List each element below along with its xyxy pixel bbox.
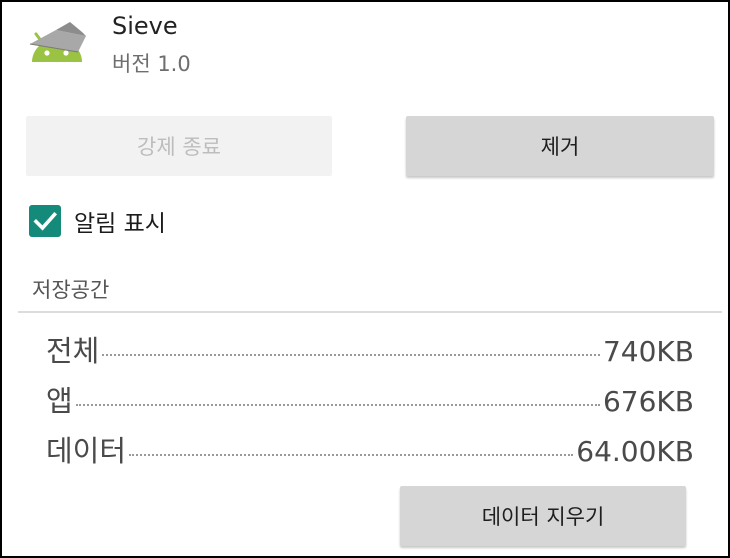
storage-row-total: 전체 740KB bbox=[46, 328, 694, 368]
storage-row-value: 64.00KB bbox=[576, 435, 694, 468]
storage-row-value: 676KB bbox=[602, 385, 694, 418]
app-info-screen: Sieve 버전 1.0 강제 종료 제거 알림 표시 저장공간 전체 740K… bbox=[0, 0, 730, 558]
force-stop-button[interactable]: 강제 종료 bbox=[26, 116, 332, 176]
app-name: Sieve bbox=[112, 12, 178, 40]
clear-data-button[interactable]: 데이터 지우기 bbox=[400, 486, 686, 546]
dotted-leader bbox=[102, 354, 600, 356]
dotted-leader bbox=[129, 454, 574, 456]
storage-section-title: 저장공간 bbox=[32, 278, 110, 302]
storage-row-data: 데이터 64.00KB bbox=[46, 428, 694, 468]
storage-row-value: 740KB bbox=[602, 335, 694, 368]
show-notifications-checkbox[interactable] bbox=[29, 205, 61, 237]
show-notifications-label[interactable]: 알림 표시 bbox=[74, 204, 166, 238]
dotted-leader bbox=[75, 404, 600, 406]
storage-row-label: 데이터 bbox=[46, 434, 127, 468]
uninstall-button[interactable]: 제거 bbox=[406, 116, 714, 176]
app-header: Sieve 버전 1.0 bbox=[2, 2, 728, 92]
section-divider bbox=[18, 311, 722, 313]
app-version: 버전 1.0 bbox=[112, 52, 191, 76]
storage-row-label: 앱 bbox=[46, 384, 73, 418]
storage-row-label: 전체 bbox=[46, 334, 100, 368]
storage-row-app: 앱 676KB bbox=[46, 378, 694, 418]
checkmark-icon bbox=[33, 211, 58, 231]
android-app-icon bbox=[26, 22, 92, 74]
